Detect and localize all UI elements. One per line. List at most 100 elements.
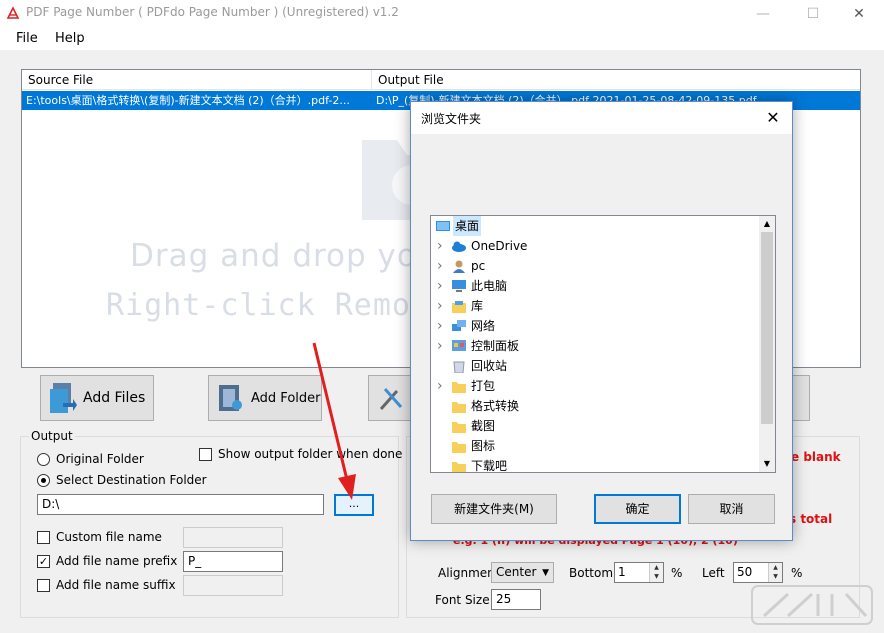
folder-icon xyxy=(452,402,466,413)
folder-tree-item[interactable]: › 网络 xyxy=(431,316,759,336)
destination-folder-label[interactable]: Select Destination Folder xyxy=(56,473,207,487)
prefix-label[interactable]: Add file name prefix xyxy=(56,554,177,568)
add-files-label: Add Files xyxy=(83,390,146,406)
show-output-folder-label[interactable]: Show output folder when done xyxy=(218,447,402,461)
control-panel-icon xyxy=(452,340,466,351)
close-button[interactable]: ✕ xyxy=(836,0,882,28)
folder-tree-label: 打包 xyxy=(471,379,496,393)
folder-tree-label: 控制面板 xyxy=(471,339,520,353)
bottom-label: Bottom xyxy=(569,566,614,580)
custom-file-name-field[interactable] xyxy=(183,527,283,548)
output-group-title: Output xyxy=(29,429,75,443)
alignment-select[interactable]: Center ▼ xyxy=(491,562,554,583)
menu-bar: File Help xyxy=(0,28,884,50)
folder-tree-item[interactable]: 回收站 xyxy=(431,356,759,376)
expand-chevron-icon[interactable]: › xyxy=(437,316,447,336)
left-label: Left xyxy=(702,566,725,580)
original-folder-radio[interactable] xyxy=(37,453,50,466)
spin-arrows-icon[interactable]: ▲ ▼ xyxy=(649,563,663,582)
library-icon xyxy=(452,301,466,313)
alignment-label: Alignmen xyxy=(438,566,495,580)
prefix-checkbox[interactable]: ✓ xyxy=(37,555,50,568)
folder-tree-label: 格式转换 xyxy=(471,399,520,413)
scroll-up-icon[interactable]: ▲ xyxy=(759,216,775,232)
dialog-close-button[interactable]: ✕ xyxy=(759,106,787,130)
expand-chevron-icon[interactable]: › xyxy=(437,296,447,316)
folder-tree[interactable]: 桌面 › OneDrive › pc › 此电脑 › 库 › 网络 › 控制面板 回收站 › 打包 格式转换 截图… xyxy=(430,215,776,473)
chevron-down-icon: ▼ xyxy=(542,568,549,578)
column-header-source[interactable]: Source File xyxy=(22,70,372,90)
ok-button[interactable]: 确定 xyxy=(594,494,681,524)
custom-file-name-checkbox[interactable] xyxy=(37,531,50,544)
browse-button[interactable]: ... xyxy=(334,494,374,516)
folder-tree-item[interactable]: › OneDrive xyxy=(431,236,759,256)
scroll-down-icon[interactable]: ▼ xyxy=(759,456,775,472)
file-row-source[interactable]: E:\tools\桌面\格式转换\(复制)-新建文本文档 (2)（合并）.pdf… xyxy=(22,91,372,110)
folder-tree-label: 截图 xyxy=(471,419,496,433)
onedrive-cloud-icon xyxy=(452,241,466,252)
folder-tree-item[interactable]: 图标 xyxy=(431,436,759,456)
folder-tree-item[interactable]: › pc xyxy=(431,256,759,276)
folder-icon xyxy=(452,442,466,453)
expand-chevron-icon[interactable]: › xyxy=(437,236,447,256)
browse-folder-dialog: 浏览文件夹 ✕ 桌面 › OneDrive › pc › 此电脑 › 库 › 网络 › 控制面板 回收站 ›… xyxy=(410,101,793,541)
expand-chevron-icon[interactable]: › xyxy=(437,256,447,276)
expand-chevron-icon[interactable]: › xyxy=(437,376,447,396)
add-files-icon xyxy=(50,383,77,413)
folder-icon xyxy=(452,462,466,472)
add-folder-label: Add Folder xyxy=(251,390,321,406)
window-title: PDF Page Number ( PDFdo Page Number ) (U… xyxy=(26,5,399,19)
bottom-percent: % xyxy=(671,566,683,580)
suffix-label[interactable]: Add file name suffix xyxy=(56,578,176,592)
original-folder-label[interactable]: Original Folder xyxy=(56,452,144,466)
bottom-spinner[interactable]: 1 ▲ ▼ xyxy=(614,562,664,583)
alignment-value: Center xyxy=(496,565,537,579)
folder-tree-label: pc xyxy=(471,259,486,273)
suffix-checkbox[interactable] xyxy=(37,579,50,592)
folder-tree-item[interactable]: › 库 xyxy=(431,296,759,316)
recycle-bin-icon xyxy=(453,361,465,373)
expand-chevron-icon[interactable]: › xyxy=(437,276,447,296)
suffix-field[interactable] xyxy=(183,575,283,596)
custom-file-name-label[interactable]: Custom file name xyxy=(56,530,162,544)
folder-tree-item[interactable]: › 打包 xyxy=(431,376,759,396)
watermark-logo xyxy=(751,585,873,625)
folder-tree-item[interactable]: 下载吧 xyxy=(431,456,759,472)
folder-tree-item[interactable]: › 控制面板 xyxy=(431,336,759,356)
show-output-folder-checkbox[interactable] xyxy=(199,448,212,461)
font-size-label: Font Size xyxy=(435,593,490,607)
font-size-field[interactable]: 25 xyxy=(491,589,541,610)
folder-tree-label: 库 xyxy=(471,299,484,313)
folder-tree-item[interactable]: 截图 xyxy=(431,416,759,436)
folder-tree-label: 图标 xyxy=(471,439,496,453)
network-icon xyxy=(452,320,466,331)
expand-chevron-icon[interactable]: › xyxy=(437,336,447,356)
tree-scroll-thumb[interactable] xyxy=(761,232,773,424)
folder-tree-label: 此电脑 xyxy=(471,279,508,293)
dialog-title-bar: 浏览文件夹 ✕ xyxy=(411,102,792,134)
total-pages-note: s total xyxy=(789,512,833,526)
cancel-button[interactable]: 取消 xyxy=(688,494,775,524)
menu-file[interactable]: File xyxy=(16,31,38,46)
title-bar: PDF Page Number ( PDFdo Page Number ) (U… xyxy=(0,0,884,28)
menu-help[interactable]: Help xyxy=(55,31,85,46)
column-header-output[interactable]: Output File xyxy=(372,70,860,90)
folder-tree-item[interactable]: › 此电脑 xyxy=(431,276,759,296)
extra-button-edge[interactable] xyxy=(790,375,810,421)
folder-tree-item[interactable]: 格式转换 xyxy=(431,396,759,416)
add-folder-icon xyxy=(219,385,242,411)
minimize-button[interactable]: — xyxy=(740,0,786,28)
maximize-button[interactable]: ☐ xyxy=(790,0,836,28)
add-folder-button[interactable]: Add Folder xyxy=(208,375,322,421)
add-files-button[interactable]: Add Files xyxy=(40,375,154,421)
right-click-hint: Right-click Remo xyxy=(106,288,411,323)
folder-tree-item[interactable]: 桌面 xyxy=(431,216,759,236)
folder-tree-label: 网络 xyxy=(471,319,496,333)
destination-path-field[interactable]: D:\ xyxy=(37,494,324,515)
new-folder-button[interactable]: 新建文件夹(M) xyxy=(431,494,557,524)
destination-folder-radio[interactable] xyxy=(37,474,50,487)
prefix-field[interactable]: P_ xyxy=(183,551,283,572)
folder-icon xyxy=(452,382,466,393)
blank-pages-note: e blank xyxy=(791,450,841,464)
user-icon xyxy=(453,260,465,273)
